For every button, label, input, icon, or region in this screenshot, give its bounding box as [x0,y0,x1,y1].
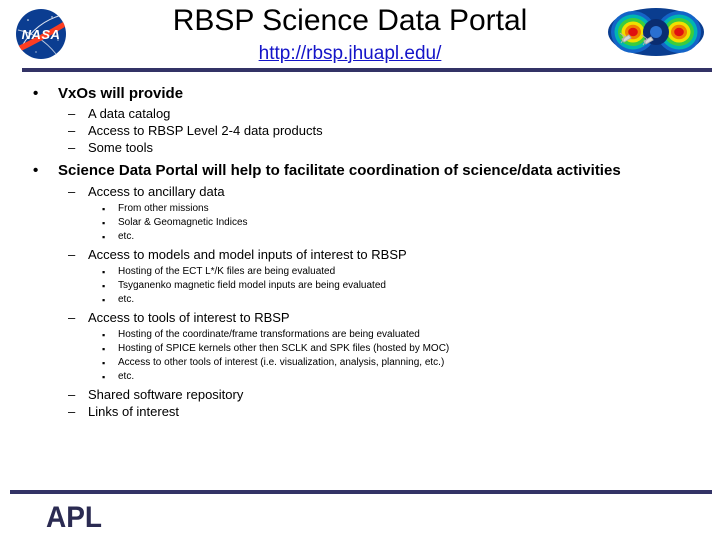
list-item: ▪ From other missions [0,202,720,216]
slide-header: NASA RBSP Science Data Portal http://rbs… [0,0,720,72]
bullet-marker: – [68,404,76,419]
bullet-marker: ▪ [102,204,106,214]
bullet-marker: ▪ [102,344,106,354]
bullet-marker: – [68,184,76,199]
bullet-marker: – [68,123,76,138]
list-item-label: From other missions [118,203,209,214]
list-item: – Access to RBSP Level 2-4 data products [0,122,720,139]
list-item: ▪ Hosting of the ECT L*/K files are bein… [0,265,720,279]
list-item-label: Access to ancillary data [88,184,225,199]
bullet-marker: • [33,162,39,179]
bullet-marker: – [68,310,76,325]
list-item: • Science Data Portal will help to facil… [0,161,720,181]
list-item: ▪ Hosting of SPICE kernels other then SC… [0,342,720,356]
list-item-label: Solar & Geomagnetic Indices [118,217,248,228]
header-divider [22,68,712,72]
list-item: • VxOs will provide [0,84,720,104]
list-item-label: etc. [118,231,135,242]
list-item: – Shared software repository [0,386,720,403]
bullet-marker: ▪ [102,218,106,228]
nasa-logo-icon: NASA [16,9,66,59]
bullet-marker: – [68,247,76,262]
list-item-label: Hosting of the coordinate/frame transfor… [118,329,420,340]
list-item: – Access to models and model inputs of i… [0,246,720,263]
list-item: – Some tools [0,139,720,156]
list-item: – Links of interest [0,403,720,420]
list-item-label: A data catalog [88,106,171,121]
list-item: ▪ Access to other tools of interest (i.e… [0,356,720,370]
bullet-marker: ▪ [102,267,106,277]
list-item-label: Science Data Portal will help to facilit… [58,162,621,179]
apl-logo: APL [46,501,102,534]
bullet-marker: – [68,106,76,121]
bullet-marker: ▪ [102,281,106,291]
list-item-label: Shared software repository [88,387,244,402]
list-item-label: Links of interest [88,404,180,419]
bullet-marker: ▪ [102,358,106,368]
list-item-label: VxOs will provide [58,85,184,102]
svg-text:NASA: NASA [22,27,61,42]
radiation-belt-logo-icon [608,8,704,56]
list-item-label: etc. [118,294,135,305]
footer-divider [10,490,712,494]
list-item-label: Hosting of the ECT L*/K files are being … [118,266,336,277]
list-item-label: Access to tools of interest to RBSP [88,310,290,325]
list-item: ▪ etc. [0,370,720,384]
bullet-marker: • [33,85,39,102]
list-item-label: Access to RBSP Level 2-4 data products [88,123,323,138]
bullet-marker: ▪ [102,295,106,305]
bullet-marker: ▪ [102,232,106,242]
list-item-label: etc. [118,371,135,382]
list-item-label: Some tools [88,140,154,155]
apl-logo-text: APL [46,501,102,534]
portal-url-link[interactable]: http://rbsp.jhuapl.edu/ [259,43,442,65]
list-item-label: Access to models and model inputs of int… [88,247,407,262]
bullet-marker: – [68,140,76,155]
list-item: – A data catalog [0,105,720,122]
list-item: – Access to ancillary data [0,183,720,200]
title-block: RBSP Science Data Portal http://rbsp.jhu… [100,2,600,65]
list-item: ▪ Solar & Geomagnetic Indices [0,216,720,230]
page-title: RBSP Science Data Portal [172,4,528,37]
list-item-label: Access to other tools of interest (i.e. … [118,357,445,368]
list-item: ▪ Tsyganenko magnetic field model inputs… [0,279,720,293]
bullet-marker: ▪ [102,330,106,340]
list-item: – Access to tools of interest to RBSP [0,309,720,326]
list-item: ▪ etc. [0,293,720,307]
bullet-marker: ▪ [102,372,106,382]
list-item-label: Tsyganenko magnetic field model inputs a… [118,280,386,291]
list-item: ▪ Hosting of the coordinate/frame transf… [0,328,720,342]
bullet-marker: – [68,387,76,402]
list-item: ▪ etc. [0,230,720,244]
list-item-label: Hosting of SPICE kernels other then SCLK… [118,343,450,354]
slide-content: • VxOs will provide – A data catalog – A… [0,84,720,420]
